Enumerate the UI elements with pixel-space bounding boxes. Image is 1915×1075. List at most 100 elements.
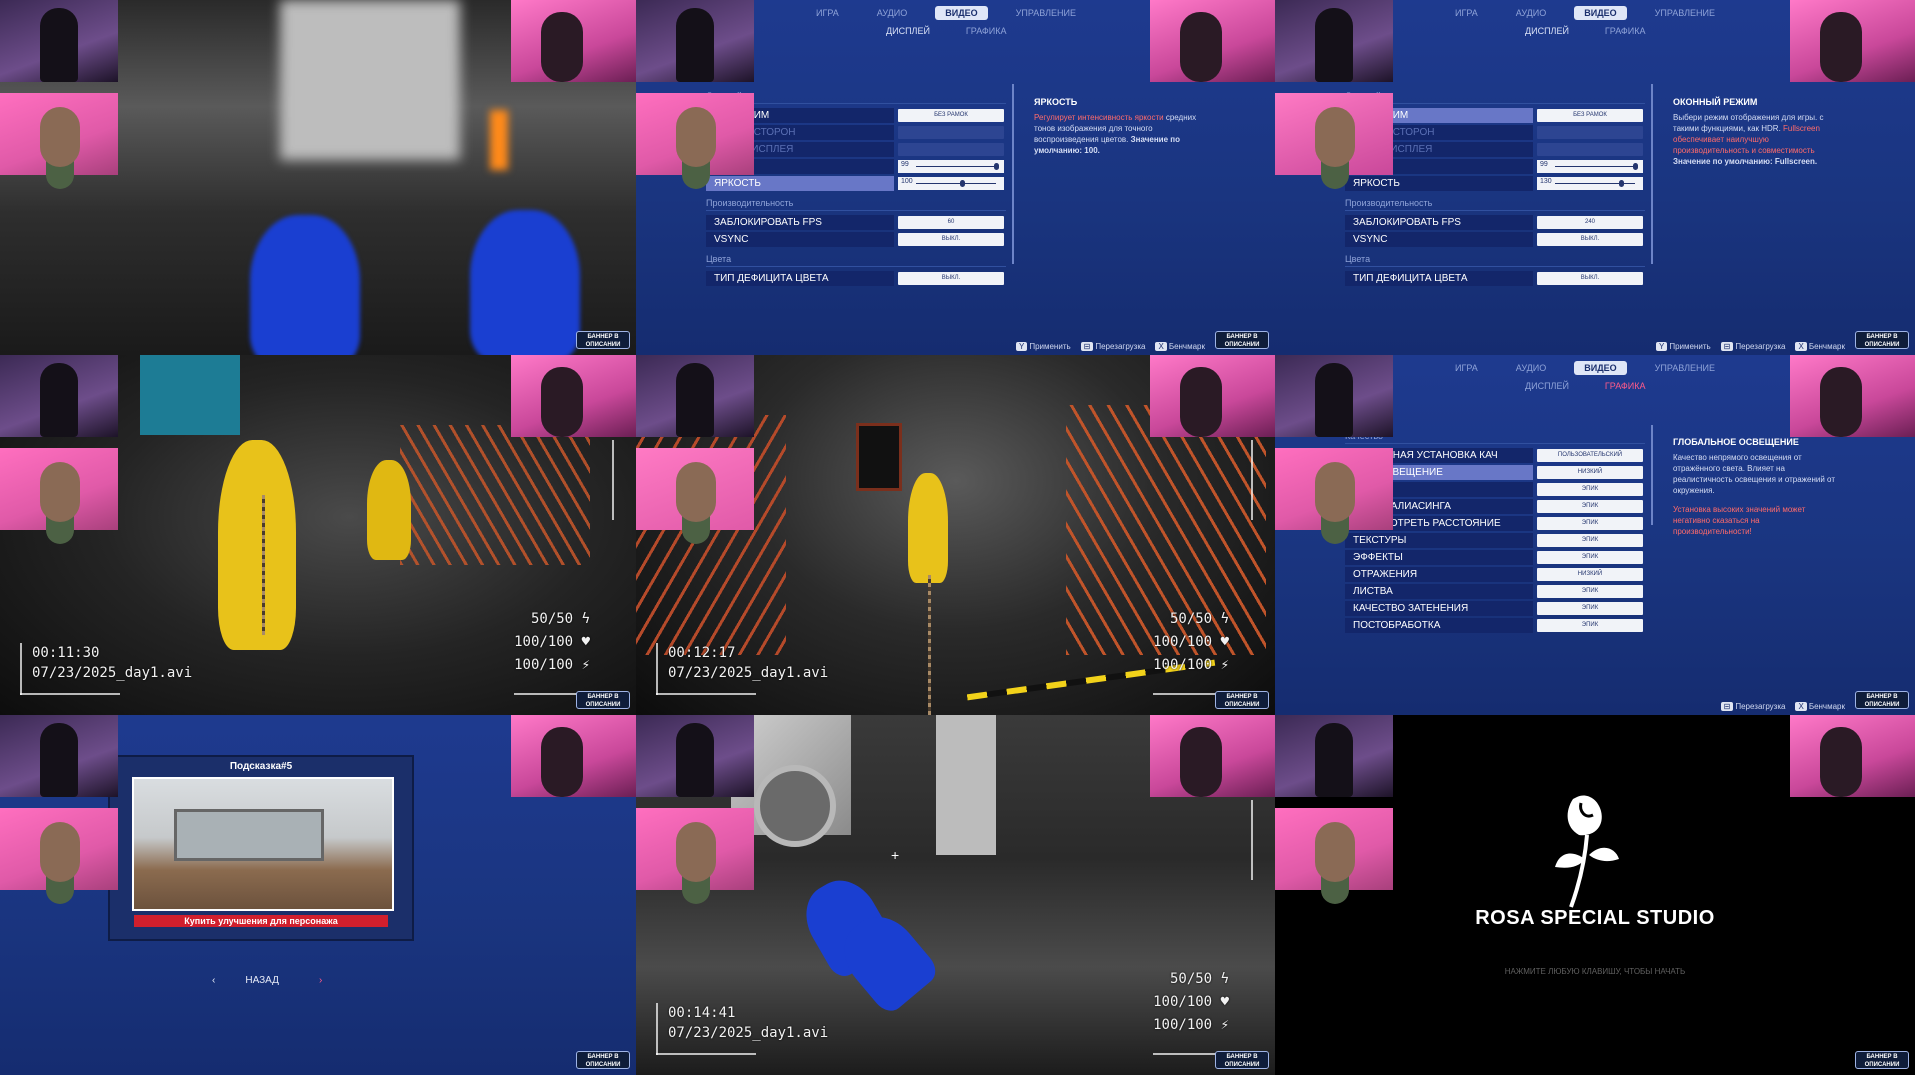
footer-reset[interactable]: ⊟ Перезагрузка bbox=[1720, 702, 1785, 711]
settings-row[interactable]: ЭФФЕКТЫ ЭПИК bbox=[1345, 549, 1645, 566]
back-button[interactable]: НАЗАД bbox=[245, 975, 279, 986]
tab-video[interactable]: ВИДЕО bbox=[935, 6, 988, 20]
recording-time: 00:14:41 bbox=[668, 1005, 736, 1021]
row-value[interactable] bbox=[1537, 143, 1643, 156]
footer-reset[interactable]: ⊟ Перезагрузка bbox=[1080, 342, 1146, 351]
banner-badge[interactable]: БАННЕР В ОПИСАНИИ bbox=[576, 1051, 630, 1069]
banner-badge[interactable]: БАННЕР В ОПИСАНИИ bbox=[1855, 331, 1909, 349]
footer-reset[interactable]: ⊟ Перезагрузка bbox=[1720, 342, 1785, 351]
subtab-display[interactable]: ДИСПЛЕЙ bbox=[1525, 26, 1569, 36]
row-value[interactable]: ЭПИК bbox=[1537, 517, 1643, 530]
chevron-left-icon[interactable]: ‹ bbox=[212, 975, 215, 986]
row-value[interactable] bbox=[1537, 126, 1643, 139]
settings-row[interactable]: КАЧЕСТВО ЗАТЕНЕНИЯ ЭПИК bbox=[1345, 600, 1645, 617]
row-value[interactable]: ПОЛЬЗОВАТЕЛЬСКИЙ bbox=[1537, 449, 1643, 462]
webcam-streamer-2 bbox=[1275, 93, 1393, 175]
tab-video[interactable]: ВИДЕО bbox=[1574, 361, 1627, 375]
row-slider[interactable]: 99 bbox=[898, 160, 1004, 173]
footer-benchmark[interactable]: X Бенчмарк bbox=[1155, 342, 1205, 351]
row-value[interactable]: НИЗКИЙ bbox=[1537, 568, 1643, 581]
slider-knob[interactable] bbox=[1633, 163, 1638, 170]
settings-scrollbar[interactable] bbox=[1651, 425, 1653, 525]
row-slider[interactable]: 99 bbox=[1537, 160, 1643, 173]
tab-controls[interactable]: УПРАВЛЕНИЕ bbox=[1645, 6, 1725, 20]
stamina-value: 100/100 bbox=[514, 657, 574, 673]
recording-timestamp: 00:12:17 07/23/2025_day1.avi bbox=[668, 643, 828, 683]
slider-knob[interactable] bbox=[994, 163, 999, 170]
tab-audio[interactable]: АУДИО bbox=[1506, 361, 1557, 375]
settings-row[interactable]: ПОСТОБРАБОТКА ЭПИК bbox=[1345, 617, 1645, 634]
slider-value: 100 bbox=[901, 178, 913, 185]
row-value[interactable]: ЭПИК bbox=[1537, 500, 1643, 513]
banner-badge[interactable]: БАННЕР В ОПИСАНИИ bbox=[576, 331, 630, 349]
row-value[interactable]: ВЫКЛ. bbox=[1537, 233, 1643, 246]
row-value[interactable]: ВЫКЛ. bbox=[1537, 272, 1643, 285]
banner-badge[interactable]: БАННЕР В ОПИСАНИИ bbox=[1215, 1051, 1269, 1069]
row-value[interactable]: БЕЗ РАМОК bbox=[1537, 109, 1643, 122]
tile-hint: Подсказка#5 Купить улучшения для персона… bbox=[0, 715, 636, 1075]
row-value[interactable] bbox=[898, 143, 1004, 156]
row-value[interactable] bbox=[898, 126, 1004, 139]
settings-row[interactable]: ОТРАЖЕНИЯ НИЗКИЙ bbox=[1345, 566, 1645, 583]
footer-benchmark[interactable]: X Бенчмарк bbox=[1795, 342, 1845, 351]
row-label: ПОСТОБРАБОТКА bbox=[1345, 618, 1533, 633]
tab-audio[interactable]: АУДИО bbox=[1506, 6, 1557, 20]
subtab-graphics[interactable]: ГРАФИКА bbox=[1605, 381, 1646, 391]
tab-audio[interactable]: АУДИО bbox=[867, 6, 918, 20]
row-value[interactable]: ЭПИК bbox=[1537, 551, 1643, 564]
settings-row[interactable]: ЛИСТВА ЭПИК bbox=[1345, 583, 1645, 600]
footer-benchmark[interactable]: X Бенчмарк bbox=[1795, 702, 1845, 711]
tab-video[interactable]: ВИДЕО bbox=[1574, 6, 1627, 20]
tab-controls[interactable]: УПРАВЛЕНИЕ bbox=[1645, 361, 1725, 375]
footer-label: Перезагрузка bbox=[1095, 342, 1146, 351]
settings-row[interactable]: ЗАБЛОКИРОВАТЬ FPS 240 bbox=[1345, 214, 1645, 231]
row-value[interactable]: ВЫКЛ. bbox=[898, 233, 1004, 246]
settings-scrollbar[interactable] bbox=[1012, 84, 1014, 264]
subtab-display[interactable]: ДИСПЛЕЙ bbox=[1525, 381, 1569, 391]
webcam-streamer-3 bbox=[1790, 0, 1915, 82]
press-any-key-prompt[interactable]: НАЖМИТЕ ЛЮБУЮ КЛАВИШУ, ЧТОБЫ НАЧАТЬ bbox=[1275, 967, 1915, 976]
slider-knob[interactable] bbox=[960, 180, 965, 187]
row-value[interactable]: БЕЗ РАМОК bbox=[898, 109, 1004, 122]
chevron-right-icon[interactable]: › bbox=[319, 975, 322, 986]
banner-badge[interactable]: БАННЕР В ОПИСАНИИ bbox=[576, 691, 630, 709]
row-value[interactable]: ВЫКЛ. bbox=[898, 272, 1004, 285]
row-value[interactable]: ЭПИК bbox=[1537, 619, 1643, 632]
banner-badge[interactable]: БАННЕР В ОПИСАНИИ bbox=[1215, 331, 1269, 349]
settings-row[interactable]: ЗАБЛОКИРОВАТЬ FPS 60 bbox=[706, 214, 1006, 231]
banner-badge[interactable]: БАННЕР В ОПИСАНИИ bbox=[1855, 691, 1909, 709]
settings-row-selected[interactable]: ЯРКОСТЬ 100 bbox=[706, 175, 1006, 192]
settings-row[interactable]: ТЕКСТУРЫ ЭПИК bbox=[1345, 532, 1645, 549]
row-value[interactable]: ЭПИК bbox=[1537, 585, 1643, 598]
settings-scrollbar[interactable] bbox=[1651, 84, 1653, 264]
slider-knob[interactable] bbox=[1619, 180, 1624, 187]
bolt-small-icon: ϟ bbox=[1220, 971, 1229, 987]
tab-game[interactable]: ИГРА bbox=[1445, 361, 1488, 375]
buy-upgrades-button[interactable]: Купить улучшения для персонажа bbox=[134, 915, 388, 927]
row-value[interactable]: ЭПИК bbox=[1537, 483, 1643, 496]
key-hint: ⊟ bbox=[1720, 342, 1734, 351]
row-value[interactable]: 240 bbox=[1537, 216, 1643, 229]
footer-apply[interactable]: Y Применить bbox=[1655, 342, 1711, 351]
row-value[interactable]: ЭПИК bbox=[1537, 602, 1643, 615]
row-slider[interactable]: 130 bbox=[1537, 177, 1643, 190]
row-value[interactable]: 60 bbox=[898, 216, 1004, 229]
banner-badge[interactable]: БАННЕР В ОПИСАНИИ bbox=[1215, 691, 1269, 709]
row-slider[interactable]: 100 bbox=[898, 177, 1004, 190]
subtab-graphics[interactable]: ГРАФИКА bbox=[966, 26, 1007, 36]
footer-apply[interactable]: Y Применить bbox=[1015, 342, 1071, 351]
banner-badge[interactable]: БАННЕР В ОПИСАНИИ bbox=[1855, 1051, 1909, 1069]
settings-row[interactable]: ТИП ДЕФИЦИТА ЦВЕТА ВЫКЛ. bbox=[1345, 270, 1645, 287]
tab-game[interactable]: ИГРА bbox=[806, 6, 849, 20]
settings-row[interactable]: ЯРКОСТЬ 130 bbox=[1345, 175, 1645, 192]
lightning-icon: ⚡ bbox=[581, 657, 590, 673]
subtab-display[interactable]: ДИСПЛЕЙ bbox=[886, 26, 930, 36]
row-value[interactable]: ЭПИК bbox=[1537, 534, 1643, 547]
tab-game[interactable]: ИГРА bbox=[1445, 6, 1488, 20]
settings-row[interactable]: ТИП ДЕФИЦИТА ЦВЕТА ВЫКЛ. bbox=[706, 270, 1006, 287]
settings-row[interactable]: VSYNC ВЫКЛ. bbox=[706, 231, 1006, 248]
row-value[interactable]: НИЗКИЙ bbox=[1537, 466, 1643, 479]
settings-row[interactable]: VSYNC ВЫКЛ. bbox=[1345, 231, 1645, 248]
subtab-graphics[interactable]: ГРАФИКА bbox=[1605, 26, 1646, 36]
tab-controls[interactable]: УПРАВЛЕНИЕ bbox=[1006, 6, 1086, 20]
